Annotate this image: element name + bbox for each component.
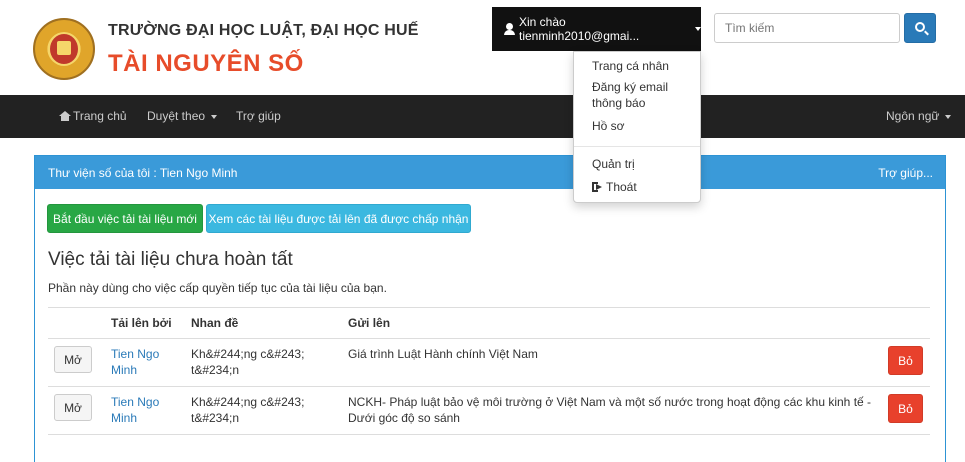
search-icon xyxy=(915,22,925,32)
menu-item-records[interactable]: Hồ sơ xyxy=(592,118,625,134)
table-cell: Bỏ xyxy=(882,338,930,387)
submission-name: NCKH- Pháp luật bảo vệ môi trường ở Việt… xyxy=(342,386,882,435)
menu-item-logout[interactable]: Thoát xyxy=(592,179,637,195)
user-icon xyxy=(504,23,515,35)
table-cell: Mở xyxy=(48,386,105,435)
section-description: Phần này dùng cho việc cấp quyền tiếp tụ… xyxy=(48,281,387,295)
nav-browse[interactable]: Duyệt theo xyxy=(147,109,218,123)
logout-icon xyxy=(592,182,603,192)
table-header-row: Tải lên bởi Nhan đề Gửi lên xyxy=(48,307,930,339)
nav-help[interactable]: Trợ giúp xyxy=(236,109,281,123)
chevron-down-icon xyxy=(695,27,701,31)
item-title: Kh&#244;ng c&#243; t&#234;n xyxy=(185,386,342,435)
column-header-title: Nhan đề xyxy=(185,307,342,339)
table-cell: Bỏ xyxy=(882,386,930,435)
nav-home[interactable]: Trang chủ xyxy=(59,109,127,123)
panel-heading: Thư viện số của tôi : Tien Ngo Minh Trợ … xyxy=(35,156,945,189)
menu-item-logout-label: Thoát xyxy=(606,180,637,194)
open-button[interactable]: Mở xyxy=(54,394,92,421)
column-header-uploader: Tải lên bởi xyxy=(105,307,185,339)
menu-divider xyxy=(574,146,700,147)
university-logo[interactable] xyxy=(33,18,95,80)
nav-home-label: Trang chủ xyxy=(73,109,127,123)
table-cell: Tien Ngo Minh xyxy=(105,338,185,387)
submission-name: Giá trình Luật Hành chính Việt Nam xyxy=(342,338,882,387)
remove-button[interactable]: Bỏ xyxy=(888,346,923,375)
column-header-actions xyxy=(48,307,105,339)
remove-button[interactable]: Bỏ xyxy=(888,394,923,423)
open-button[interactable]: Mở xyxy=(54,346,92,373)
chevron-down-icon xyxy=(211,114,218,119)
user-menu-label: Xin chào tienminh2010@gmai... xyxy=(518,15,640,43)
menu-item-profile[interactable]: Trang cá nhân xyxy=(592,58,669,74)
column-header-submission: Gửi lên xyxy=(342,307,882,339)
section-title: Việc tải tài liệu chưa hoàn tất xyxy=(48,249,293,270)
search-button[interactable] xyxy=(904,13,936,43)
uploader-link[interactable]: Tien Ngo Minh xyxy=(111,395,159,425)
user-menu-button[interactable]: Xin chào tienminh2010@gmai... xyxy=(492,7,701,51)
nav-language[interactable]: Ngôn ngữ xyxy=(886,109,952,123)
nav-help-label: Trợ giúp xyxy=(236,109,281,123)
start-new-submission-button[interactable]: Bắt đầu việc tải tài liệu mới xyxy=(47,204,203,233)
table-cell: Tien Ngo Minh xyxy=(105,386,185,435)
panel-help-link[interactable]: Trợ giúp... xyxy=(878,166,933,180)
menu-item-admin[interactable]: Quản trị xyxy=(592,156,635,172)
main-navbar: Trang chủ Duyệt theo Trợ giúp Ngôn ngữ xyxy=(0,95,965,138)
item-title: Kh&#244;ng c&#243; t&#234;n xyxy=(185,338,342,387)
site-header: TRƯỜNG ĐẠI HỌC LUẬT, ĐẠI HỌC HUẾ TÀI NGU… xyxy=(0,0,965,95)
column-header-remove xyxy=(882,307,930,339)
nav-browse-label: Duyệt theo xyxy=(147,109,206,123)
table-row: Mở Tien Ngo Minh Kh&#244;ng c&#243; t&#2… xyxy=(48,386,930,435)
view-accepted-submissions-button[interactable]: Xem các tài liệu được tải lên đã được ch… xyxy=(206,204,471,233)
university-name: TRƯỜNG ĐẠI HỌC LUẬT, ĐẠI HỌC HUẾ xyxy=(108,22,419,39)
search-input[interactable] xyxy=(714,13,900,43)
user-dropdown-menu: Trang cá nhân Đăng ký email thông báo Hồ… xyxy=(573,51,701,203)
site-name[interactable]: TÀI NGUYÊN SỐ xyxy=(108,50,304,78)
panel-title: Thư viện số của tôi : Tien Ngo Minh xyxy=(48,166,238,180)
logo-emblem-icon xyxy=(48,32,80,66)
table-cell: Mở xyxy=(48,338,105,387)
menu-item-email-subscription[interactable]: Đăng ký email thông báo xyxy=(592,79,684,111)
table-row: Mở Tien Ngo Minh Kh&#244;ng c&#243; t&#2… xyxy=(48,338,930,387)
uploader-link[interactable]: Tien Ngo Minh xyxy=(111,347,159,377)
mydspace-panel: Thư viện số của tôi : Tien Ngo Minh Trợ … xyxy=(34,155,946,462)
chevron-down-icon xyxy=(945,114,952,119)
nav-language-label: Ngôn ngữ xyxy=(886,109,940,123)
home-icon xyxy=(59,111,71,121)
unfinished-submissions-table: Tải lên bởi Nhan đề Gửi lên Mở Tien Ngo … xyxy=(48,307,930,435)
